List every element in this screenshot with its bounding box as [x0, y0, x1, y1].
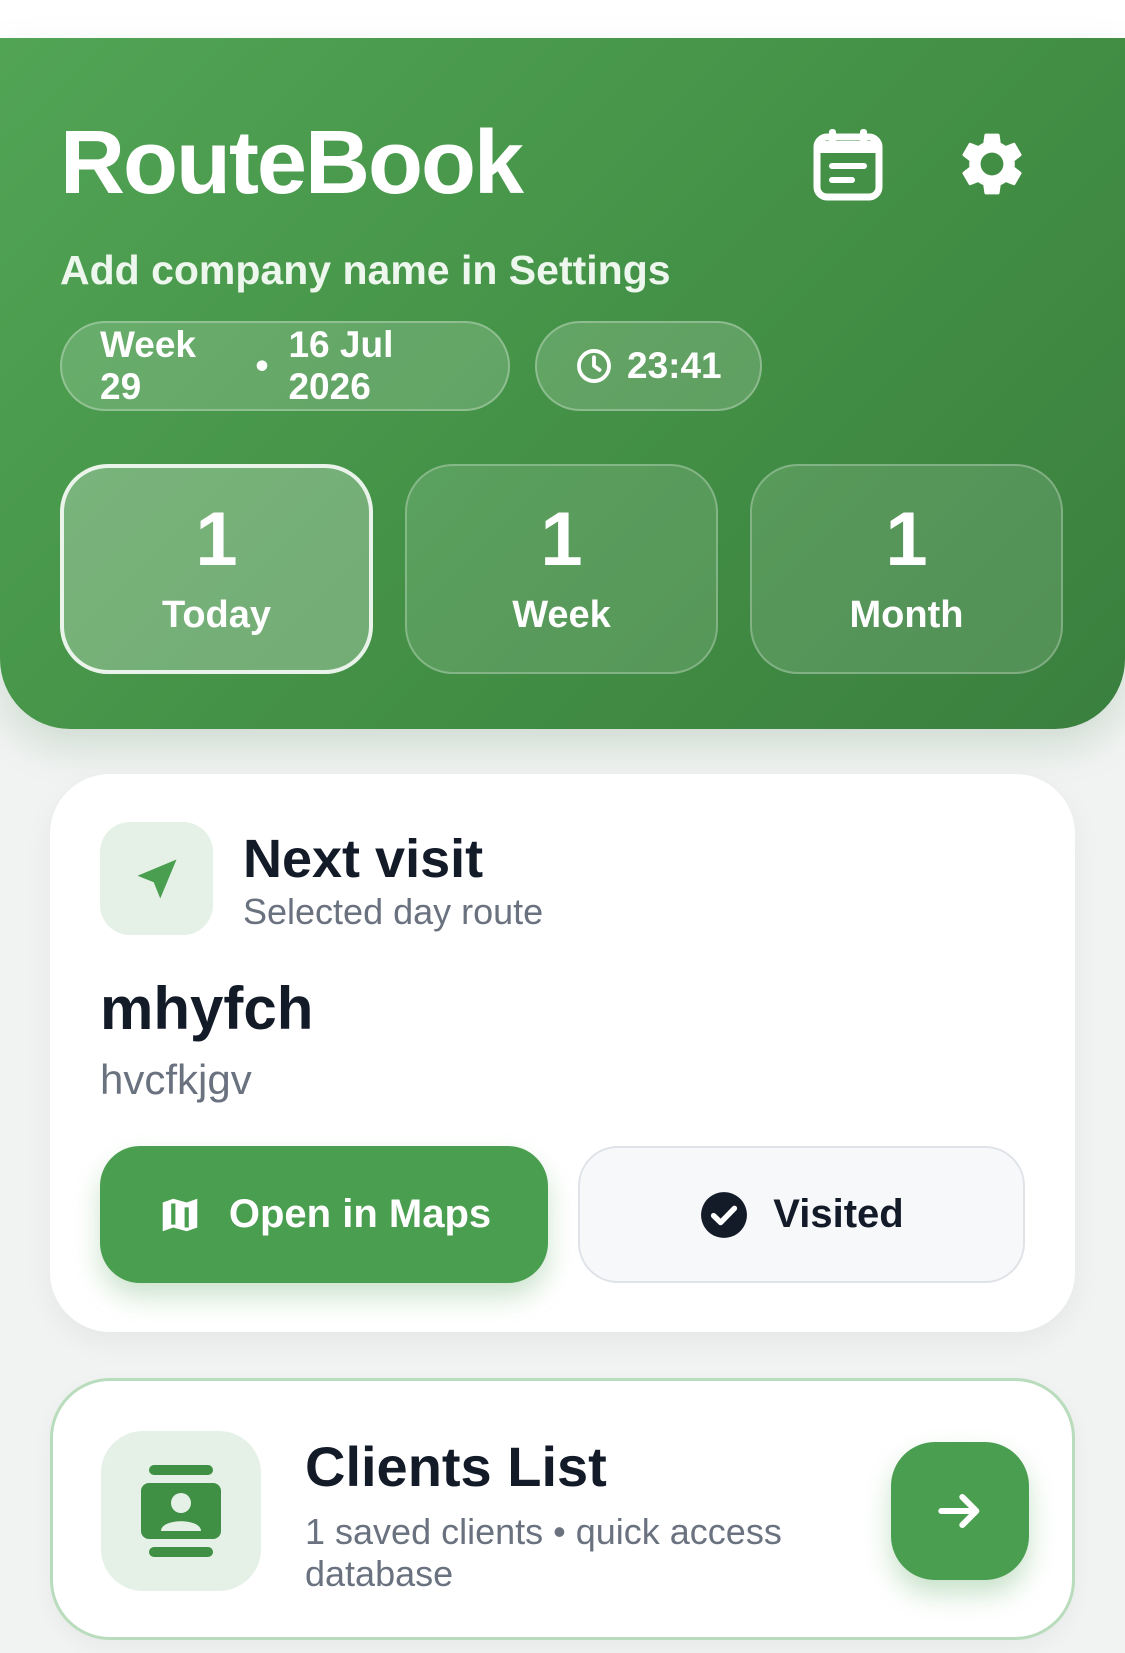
date-pill: Week 29 • 16 Jul 2026: [60, 321, 510, 411]
header-panel: RouteBook Add company name in Settings W…: [0, 38, 1125, 729]
open-in-maps-button[interactable]: Open in Maps: [100, 1146, 548, 1283]
clients-list-subtitle: 1 saved clients • quick access database: [305, 1511, 782, 1594]
visited-button[interactable]: Visited: [578, 1146, 1025, 1283]
next-visit-title: Next visit: [243, 829, 484, 889]
arrow-right-icon: [938, 1493, 980, 1529]
client-address: hvcfkjgv: [100, 1056, 252, 1103]
stat-month[interactable]: 1 Month: [750, 464, 1063, 674]
calendar-button[interactable]: [806, 122, 890, 206]
navigation-arrow-icon: [100, 822, 213, 935]
stat-week-value: 1: [540, 496, 583, 582]
company-subtitle: Add company name in Settings: [60, 247, 671, 293]
clients-list-card[interactable]: Clients List 1 saved clients • quick acc…: [50, 1378, 1075, 1640]
stat-week[interactable]: 1 Week: [405, 464, 718, 674]
visited-label: Visited: [773, 1192, 904, 1236]
stat-week-label: Week: [512, 593, 611, 636]
stat-today-label: Today: [161, 593, 272, 636]
check-circle-icon: [699, 1190, 749, 1240]
next-visit-card: Next visit Selected day route mhyfch hvc…: [50, 774, 1075, 1332]
date-label: 16 Jul 2026: [288, 324, 394, 407]
open-in-maps-label: Open in Maps: [228, 1192, 492, 1236]
time-label: 23:41: [627, 345, 722, 386]
client-name: mhyfch: [100, 975, 314, 1042]
clients-list-title: Clients List: [305, 1435, 607, 1498]
contacts-icon: [101, 1431, 261, 1591]
calendar-icon: [813, 129, 883, 201]
stat-today[interactable]: 1 Today: [60, 464, 373, 674]
open-clients-button[interactable]: [891, 1442, 1029, 1580]
week-label: Week 29: [100, 324, 196, 407]
separator-dot: •: [255, 345, 269, 386]
status-bar-area: [0, 0, 1125, 38]
stat-today-value: 1: [195, 496, 238, 582]
gear-icon: [962, 133, 1022, 195]
clock-icon: [575, 347, 613, 385]
map-icon: [157, 1192, 203, 1238]
stat-month-value: 1: [885, 496, 928, 582]
settings-button[interactable]: [950, 122, 1034, 206]
time-pill: 23:41: [535, 321, 762, 411]
next-visit-subtitle: Selected day route: [243, 891, 544, 932]
stat-month-label: Month: [849, 593, 964, 636]
routebook-home: RouteBook Add company name in Settings W…: [0, 0, 1125, 1653]
app-title: RouteBook: [60, 113, 524, 213]
